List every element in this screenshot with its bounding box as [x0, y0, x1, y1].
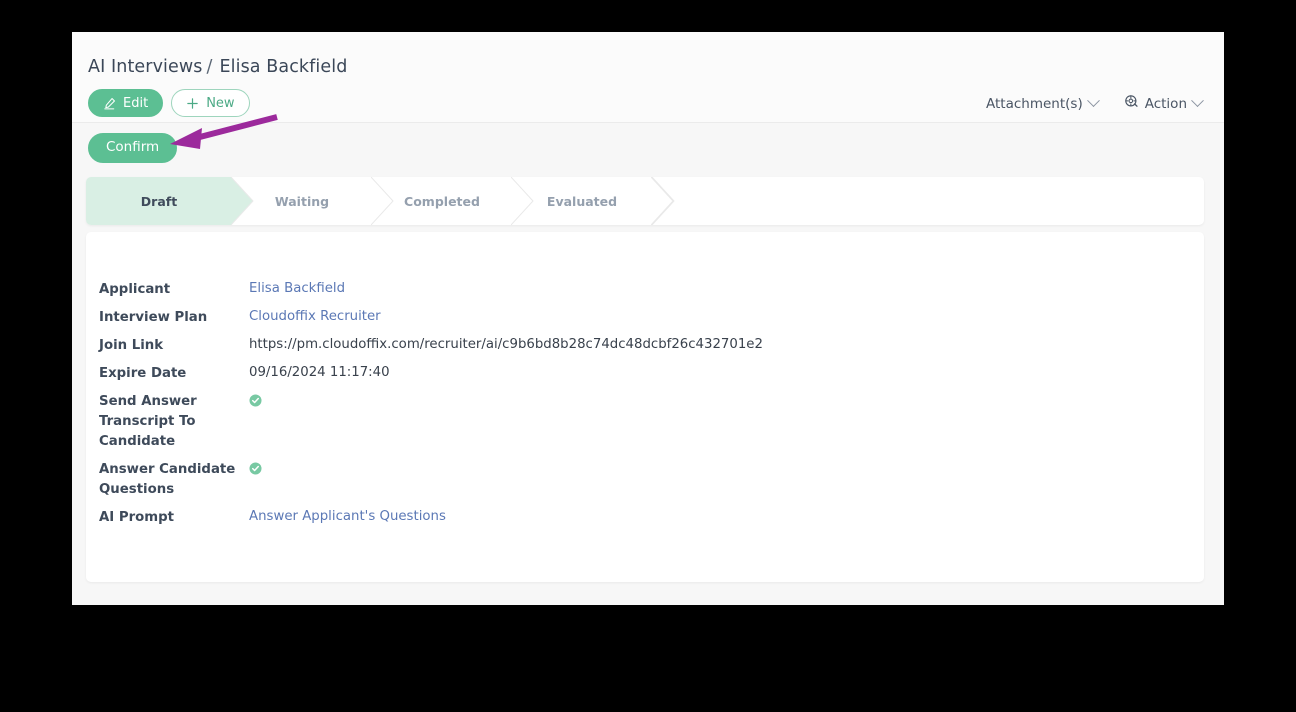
form-field-label: Join Link — [99, 338, 164, 353]
header-divider — [72, 122, 1224, 123]
status-stage-chevron-icon — [651, 177, 675, 225]
form-field: Send Answer Transcript To Candidate — [99, 391, 1179, 452]
status-stage-label: Evaluated — [546, 193, 618, 209]
field-list: Applicant Elisa Backfield Interview Plan Cl… — [99, 279, 1179, 535]
confirm-button[interactable]: Confirm — [88, 133, 178, 163]
app-page: AI Interviews / Elisa Backfield Edit New… — [72, 32, 1224, 605]
attachments-label: Attachment(s) — [986, 95, 1083, 112]
confirm-button-label: Confirm — [106, 139, 160, 156]
status-stage-label: Completed — [404, 193, 480, 209]
edit-button[interactable]: Edit — [88, 89, 164, 117]
form-field: Join Link https://pm.cloudoffix.com/recru… — [99, 335, 1179, 356]
plus-icon — [186, 97, 199, 110]
form-field-label: Answer Candidate Questions — [99, 462, 236, 497]
chevron-down-icon — [1191, 94, 1204, 108]
form-field-value[interactable]: Cloudoffix Recruiter — [249, 307, 381, 327]
form-field-label: Interview Plan — [99, 310, 208, 325]
status-stage-chevron-icon — [371, 177, 395, 225]
pencil-icon — [103, 97, 116, 110]
new-button[interactable]: New — [171, 89, 250, 117]
status-stage-chevron-icon — [231, 177, 255, 225]
form-field: AI Prompt Answer Applicant's Questions — [99, 507, 1179, 528]
edit-button-label: Edit — [123, 95, 149, 111]
attachments-dropdown[interactable]: Attachment(s) — [986, 94, 1100, 112]
form-field: Interview Plan Cloudoffix Recruiter — [99, 307, 1179, 328]
status-stage-label: Draft — [140, 193, 178, 209]
form-field: Expire Date 09/16/2024 11:17:40 — [99, 363, 1179, 384]
status-stage-chevron-icon — [511, 177, 535, 225]
status-stage-draft[interactable]: Draft — [86, 177, 254, 225]
new-button-label: New — [206, 95, 235, 111]
header-toolbar-right: Attachment(s) Action — [986, 94, 1204, 113]
action-dropdown[interactable]: Action — [1124, 94, 1204, 113]
action-label: Action — [1144, 95, 1187, 112]
form-field-label: AI Prompt — [99, 510, 175, 525]
form-field-label: Send Answer Transcript To Candidate — [99, 394, 197, 449]
workflow-action-row: Confirm — [88, 133, 178, 163]
breadcrumb-separator: / — [206, 57, 213, 77]
form-field-label: Expire Date — [99, 366, 187, 381]
checkmark-icon[interactable] — [249, 391, 262, 407]
form-field-value[interactable]: Elisa Backfield — [249, 279, 345, 299]
form-field-value: 09/16/2024 11:17:40 — [249, 365, 390, 380]
breadcrumb-parent[interactable]: AI Interviews — [88, 57, 203, 77]
page-header: AI Interviews / Elisa Backfield Edit New… — [72, 32, 1224, 122]
status-pipeline: Draft Waiting Completed Evaluated — [86, 177, 1204, 225]
header-button-row: Edit New — [88, 89, 250, 117]
breadcrumb-current: Elisa Backfield — [219, 57, 348, 77]
status-stage-label: Waiting — [274, 193, 330, 209]
form-field-value[interactable]: Answer Applicant's Questions — [249, 507, 446, 527]
chevron-down-icon — [1086, 94, 1100, 108]
record-detail-card: Applicant Elisa Backfield Interview Plan Cl… — [86, 232, 1204, 582]
form-field-label: Applicant — [99, 282, 171, 297]
form-field: Answer Candidate Questions — [99, 459, 1179, 500]
breadcrumb: AI Interviews / Elisa Backfield — [88, 57, 347, 77]
form-field: Applicant Elisa Backfield — [99, 279, 1179, 300]
checkmark-icon[interactable] — [249, 459, 262, 475]
form-field-value: https://pm.cloudoffix.com/recruiter/ai/c… — [249, 337, 763, 352]
action-gear-icon — [1124, 94, 1139, 113]
